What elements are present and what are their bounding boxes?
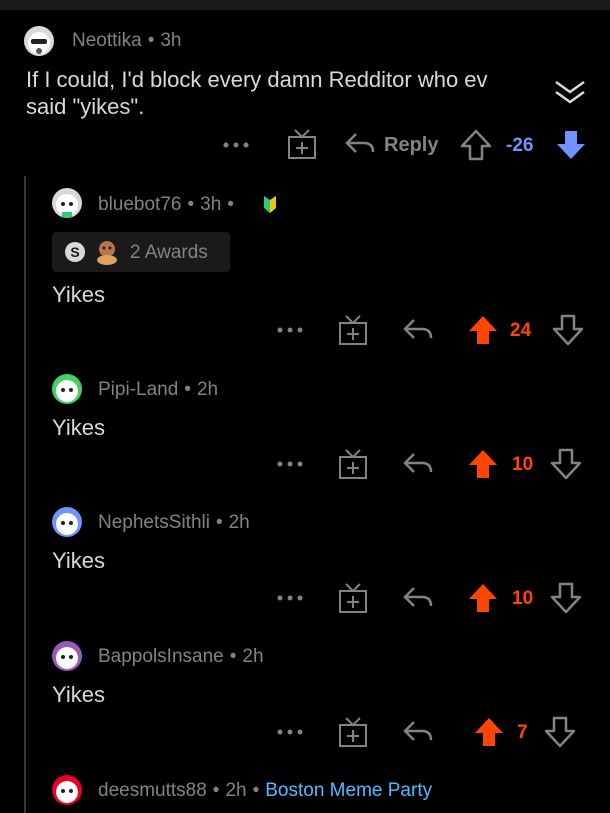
username[interactable]: bluebot76: [98, 194, 181, 215]
comment-text: Yikes: [52, 415, 105, 440]
user-avatar[interactable]: [52, 641, 82, 671]
reply-icon[interactable]: [402, 450, 434, 478]
comment-text: Yikes: [52, 682, 105, 707]
username[interactable]: BappolsInsane: [98, 646, 224, 667]
more-options-icon[interactable]: [222, 137, 250, 153]
comment-meta: deesmutts88 • 2h • Boston Meme Party: [98, 780, 433, 801]
awards-badge[interactable]: S 2 Awards: [52, 232, 230, 272]
timestamp: 2h: [196, 379, 219, 400]
downvote-icon[interactable]: [549, 447, 583, 481]
comment-text: Yikes: [52, 282, 105, 307]
upvote-icon[interactable]: [472, 715, 506, 749]
upvote-icon[interactable]: [466, 581, 500, 615]
comment-text: Yikes: [52, 548, 105, 573]
comment-meta: BappolsInsane • 2h: [98, 646, 264, 667]
user-avatar[interactable]: [52, 507, 82, 537]
silver-award-icon: S: [65, 242, 85, 262]
timestamp: 3h: [200, 194, 222, 215]
more-options-icon[interactable]: [276, 322, 304, 338]
newcomer-badge-icon: [264, 196, 276, 213]
svg-text:S: S: [70, 244, 79, 260]
timestamp: 2h: [242, 646, 264, 667]
upvote-icon[interactable]: [466, 447, 500, 481]
user-avatar[interactable]: [24, 26, 54, 56]
reply-icon[interactable]: [344, 130, 376, 158]
comment-meta: bluebot76 • 3h •: [98, 194, 234, 215]
user-avatar[interactable]: [52, 374, 82, 404]
top-bar: [0, 0, 610, 10]
username[interactable]: NephetsSithli: [98, 512, 210, 533]
thread-line[interactable]: [24, 176, 26, 813]
more-options-icon[interactable]: [276, 590, 304, 606]
reply-icon[interactable]: [402, 718, 434, 746]
timestamp: 2h: [228, 512, 250, 533]
upvote-icon[interactable]: [466, 313, 500, 347]
vote-score: 10: [512, 454, 534, 475]
comment-meta: Neottika • 3h: [72, 30, 182, 51]
chevron-down-icon[interactable]: [552, 78, 588, 108]
downvote-icon[interactable]: [549, 581, 583, 615]
vote-score: 10: [512, 588, 534, 609]
comment-meta: NephetsSithli • 2h: [98, 512, 250, 533]
more-options-icon[interactable]: [276, 456, 304, 472]
gift-award-icon[interactable]: [287, 128, 317, 160]
user-avatar[interactable]: [52, 188, 82, 218]
gift-award-icon[interactable]: [338, 582, 368, 614]
upvote-icon[interactable]: [459, 128, 493, 162]
timestamp: 2h: [225, 780, 247, 801]
gift-award-icon[interactable]: [338, 716, 368, 748]
vote-score: -26: [506, 135, 534, 156]
downvote-icon[interactable]: [551, 313, 585, 347]
gift-award-icon[interactable]: [338, 314, 368, 346]
username[interactable]: Neottika: [72, 30, 142, 51]
comment-meta: Pipi-Land • 2h: [98, 379, 219, 400]
vote-score: 24: [510, 320, 532, 341]
username[interactable]: Pipi-Land: [98, 379, 178, 400]
wholesome-award-icon: [97, 241, 117, 265]
user-avatar[interactable]: [52, 775, 82, 805]
comment-text: If I could, I'd block every damn Reddito…: [26, 67, 488, 119]
downvote-icon[interactable]: [543, 715, 577, 749]
timestamp: 3h: [160, 30, 182, 51]
reply-icon[interactable]: [402, 584, 434, 612]
user-flair: Boston Meme Party: [265, 780, 433, 801]
gift-award-icon[interactable]: [338, 448, 368, 480]
downvote-icon[interactable]: [554, 128, 588, 162]
username[interactable]: deesmutts88: [98, 780, 207, 801]
more-options-icon[interactable]: [276, 724, 304, 740]
reply-icon[interactable]: [402, 316, 434, 344]
vote-score: 7: [517, 722, 528, 743]
reply-button[interactable]: Reply: [384, 134, 438, 157]
